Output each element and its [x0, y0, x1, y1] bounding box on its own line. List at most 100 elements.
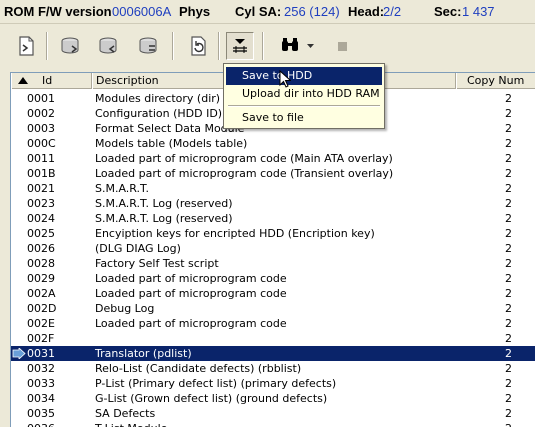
table-row[interactable]: 0028 Factory Self Test script 2 — [11, 256, 535, 271]
cell-description: Loaded part of microprogram code (Transi… — [95, 167, 394, 180]
table-row[interactable]: 0023 S.M.A.R.T. Log (reserved) 2 — [11, 196, 535, 211]
table-row[interactable]: 0035 SA Defects 2 — [11, 406, 535, 421]
cell-id: 0028 — [27, 257, 55, 270]
table-row[interactable]: 001B Loaded part of microprogram code (Tr… — [11, 166, 535, 181]
cell-copy-num: 2 — [505, 242, 512, 255]
toolbar-separator — [262, 32, 264, 60]
rom-version-value: 0006006A — [112, 4, 172, 19]
refresh-icon — [191, 36, 206, 56]
binoculars-icon — [282, 38, 298, 51]
cell-id: 0025 — [27, 227, 55, 240]
cell-copy-num: 2 — [505, 392, 512, 405]
cell-description: Configuration (HDD ID) (Pa — [95, 107, 243, 120]
menu-item-save-to-hdd[interactable]: Save to HDD — [226, 67, 382, 85]
current-row-indicator-icon — [12, 348, 26, 359]
stop-icon — [338, 42, 347, 51]
cell-copy-num: 2 — [505, 212, 512, 225]
cell-description: T-List Module — [95, 421, 167, 427]
menu-item-save-to-file[interactable]: Save to file — [226, 109, 382, 127]
cell-description: Loaded part of microprogram code (Main A… — [95, 152, 393, 165]
cell-description: Translator (pdlist) — [95, 347, 192, 360]
find-dropdown-button[interactable] — [304, 32, 318, 60]
table-row[interactable]: 002A Loaded part of microprogram code 2 — [11, 286, 535, 301]
cell-description: Loaded part of microprogram code — [95, 317, 287, 330]
table-row[interactable]: 002F 2 — [11, 331, 535, 346]
table-row[interactable]: 0034 G-List (Grown defect list) (ground d… — [11, 391, 535, 406]
hdd-write-button[interactable] — [94, 32, 122, 60]
column-header-copy-num[interactable]: Copy Num — [456, 73, 535, 89]
cell-description: Relo-List (Candidate defects) (rbblist) — [95, 362, 302, 375]
cell-id: 0034 — [27, 392, 55, 405]
cell-copy-num: 2 — [505, 182, 512, 195]
table-row[interactable]: 0024 S.M.A.R.T. Log (reserved) 2 — [11, 211, 535, 226]
rom-label: ROM F/W version — [4, 4, 112, 19]
cell-id: 0029 — [27, 272, 55, 285]
cell-id: 002F — [27, 332, 55, 345]
cell-copy-num: 2 — [505, 332, 512, 345]
table-row[interactable]: 0011 Loaded part of microprogram code (Ma… — [11, 151, 535, 166]
cell-copy-num: 2 — [505, 302, 512, 315]
cell-description: S.M.A.R.T. Log (reserved) — [95, 212, 233, 225]
table-row[interactable]: 0026 (DLG DIAG Log) 2 — [11, 241, 535, 256]
cell-copy-num: 2 — [505, 227, 512, 240]
chevron-down-icon — [307, 44, 314, 48]
hdd-read-button[interactable] — [56, 32, 84, 60]
save-dropdown-button[interactable] — [226, 32, 254, 60]
refresh-button[interactable] — [184, 32, 212, 60]
cyl-label: Cyl SA: — [235, 4, 282, 19]
column-header-id[interactable]: Id — [11, 73, 92, 89]
table-row[interactable]: 0036 T-List Module 2 — [11, 421, 535, 427]
menu-item-upload-dir[interactable]: Upload dir into HDD RAM — [226, 85, 382, 103]
cell-id: 0003 — [27, 122, 55, 135]
head-value: 2/2 — [383, 4, 402, 19]
table-row[interactable]: 002D Debug Log 2 — [11, 301, 535, 316]
table-row[interactable]: 000C Models table (Models table) 2 — [11, 136, 535, 151]
hdd-compare-icon — [139, 37, 157, 54]
head-label: Head: — [348, 4, 385, 19]
table-body: 0001 Modules directory (dir) 2 0002 Configur… — [11, 91, 535, 427]
cell-copy-num: 2 — [505, 347, 512, 360]
table-row[interactable]: 0032 Relo-List (Candidate defects) (rbbli… — [11, 361, 535, 376]
cell-id: 0023 — [27, 197, 55, 210]
sort-ascending-icon — [18, 77, 28, 84]
cyl-value: 256 (124) — [284, 4, 340, 19]
cell-description: S.M.A.R.T. Log (reserved) — [95, 197, 233, 210]
cell-id: 000C — [27, 137, 56, 150]
stop-button[interactable] — [328, 32, 356, 60]
cell-copy-num: 2 — [505, 287, 512, 300]
table-row[interactable]: 0031 Translator (pdlist) 2 — [11, 346, 535, 361]
cell-copy-num: 2 — [505, 317, 512, 330]
cell-description: Modules directory (dir) — [95, 92, 221, 105]
mouse-cursor-icon — [279, 70, 291, 88]
sec-value: 1 437 — [462, 4, 495, 19]
phys-label: Phys — [179, 4, 211, 19]
table-row[interactable]: 0021 S.M.A.R.T. 2 — [11, 181, 535, 196]
cell-copy-num: 2 — [505, 107, 512, 120]
save-dropdown-icon — [233, 39, 247, 53]
find-button[interactable] — [276, 32, 304, 60]
table-row[interactable]: 0029 Loaded part of microprogram code 2 — [11, 271, 535, 286]
cell-copy-num: 2 — [505, 152, 512, 165]
status-bar: ROM F/W version 0006006A Phys Cyl SA: 25… — [0, 0, 535, 24]
hdd-compare-button[interactable] — [134, 32, 162, 60]
toolbar-separator — [218, 32, 220, 60]
cell-id: 0002 — [27, 107, 55, 120]
cell-copy-num: 2 — [505, 167, 512, 180]
cell-id: 0033 — [27, 377, 55, 390]
cell-id: 0035 — [27, 407, 55, 420]
cell-description: Models table (Models table) — [95, 137, 248, 150]
table-row[interactable]: 0033 P-List (Primary defect list) (primar… — [11, 376, 535, 391]
table-row[interactable]: 002E Loaded part of microprogram code 2 — [11, 316, 535, 331]
cell-id: 0031 — [27, 346, 55, 361]
cell-id: 0032 — [27, 362, 55, 375]
cell-id: 002E — [27, 317, 55, 330]
cell-copy-num: 2 — [505, 257, 512, 270]
cell-description: P-List (Primary defect list) (primary de… — [95, 377, 337, 390]
cell-description: Loaded part of microprogram code — [95, 287, 287, 300]
cell-copy-num: 2 — [505, 407, 512, 420]
read-module-button[interactable] — [12, 32, 40, 60]
cell-copy-num: 2 — [505, 272, 512, 285]
cell-id: 0021 — [27, 182, 55, 195]
table-row[interactable]: 0025 Encyiption keys for encripted HDD (E… — [11, 226, 535, 241]
cell-id: 0011 — [27, 152, 55, 165]
